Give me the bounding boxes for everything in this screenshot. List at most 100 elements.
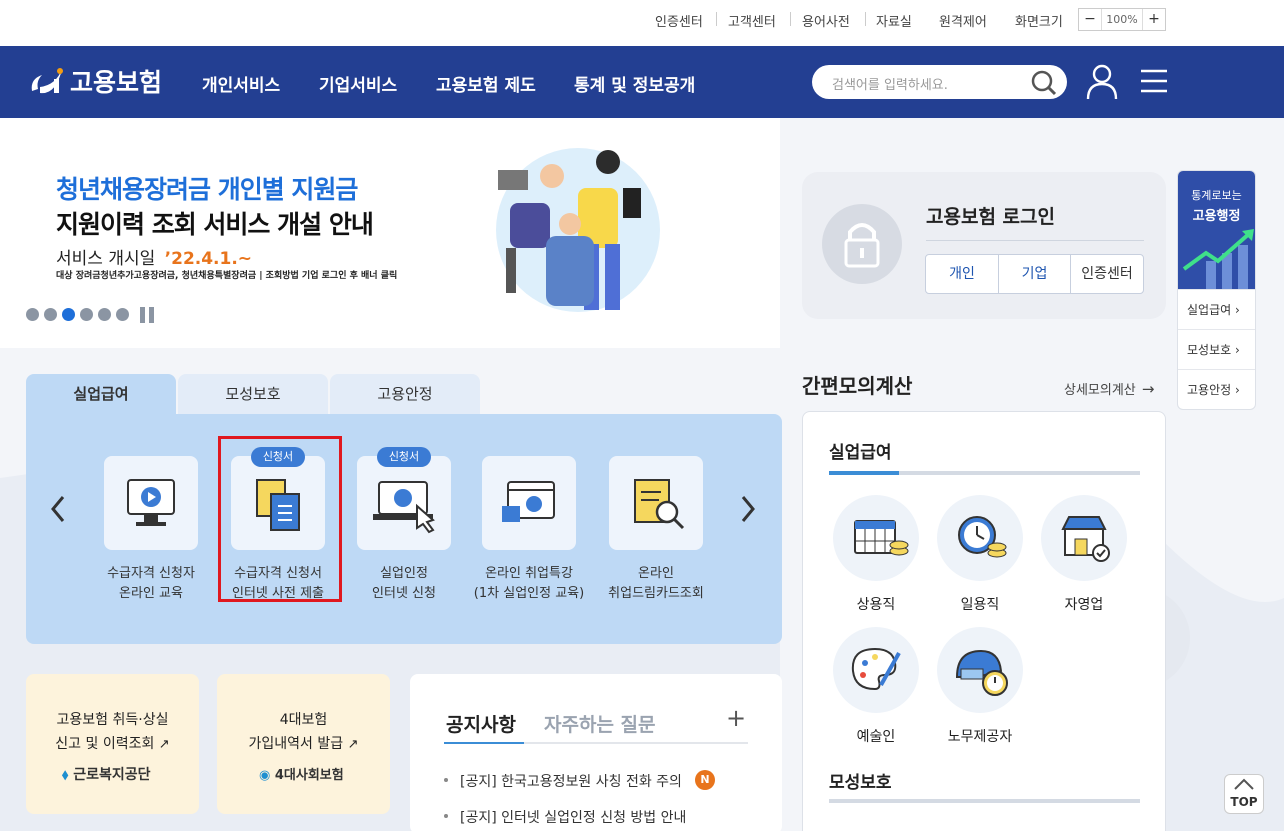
search-box[interactable]: 검색어를 입력하세요. [812, 65, 1067, 99]
nav-personal-service[interactable]: 개인서비스 [202, 71, 280, 96]
util-cert-center[interactable]: 인증센터 [655, 11, 703, 30]
calc-item-daily[interactable]: 일용직 [935, 594, 1025, 614]
tab-maternity[interactable]: 모성보호 [178, 374, 328, 414]
utility-bar: 인증센터 고객센터 용어사전 자료실 원격제어 화면크기 − 100% + [0, 0, 1284, 46]
calendar-coin-icon[interactable] [833, 495, 919, 581]
logo-text: 고용보험 [70, 68, 163, 97]
stats-banner[interactable]: 통계로보는 고용행정 [1178, 171, 1255, 289]
slide-dot-active[interactable] [62, 308, 75, 321]
service-label-unemployment-recognition[interactable]: 실업인정 인터넷 신청 [339, 564, 469, 604]
main-navigation: 고용보험 개인서비스 기업서비스 고용보험 제도 통계 및 정보공개 검색어를 … [0, 46, 1284, 118]
side-quick-menu: 통계로보는 고용행정 실업급여 › 모성보호 › 고용안정 › [1177, 170, 1256, 410]
section-underline [829, 799, 1140, 803]
slide-dot[interactable] [116, 308, 129, 321]
bullet [444, 814, 448, 818]
stats-title-2: 고용행정 [1192, 209, 1241, 224]
next-arrow-icon[interactable] [738, 494, 758, 524]
tab-employment-stability[interactable]: 고용안정 [330, 374, 480, 414]
banner-note: 대상 장려금청년추가고용장려금, 청년채용특별장려금 | 조회방법 기업 로그인… [56, 271, 398, 281]
util-glossary[interactable]: 용어사전 [802, 11, 850, 30]
slide-dot[interactable] [44, 308, 57, 321]
calc-title: 간편모의계산 [802, 374, 913, 398]
pause-icon[interactable] [140, 307, 156, 323]
service-label-dream-card[interactable]: 온라인 취업드림카드조회 [591, 564, 721, 604]
tab-unemployment[interactable]: 실업급여 [26, 374, 176, 414]
palette-brush-icon[interactable] [833, 627, 919, 713]
laptop-click-icon [373, 481, 435, 534]
divider [926, 240, 1144, 241]
banner-illustration [496, 148, 660, 312]
login-cert-button[interactable]: 인증센터 [1070, 254, 1144, 294]
scroll-top-button[interactable]: TOP [1224, 774, 1264, 814]
external-link-icon: ↗ [158, 737, 170, 752]
banner-line2: 지원이력 조회 서비스 개설 안내 [56, 210, 374, 239]
stats-title-1: 통계로보는 [1191, 189, 1242, 202]
calc-item-self-employed[interactable]: 자영업 [1039, 594, 1129, 614]
main-content: 청년채용장려금 개인별 지원금 지원이력 조회 서비스 개설 안내 서비스 개시… [0, 118, 1284, 831]
prev-arrow-icon[interactable] [48, 494, 68, 524]
banner[interactable]: 청년채용장려금 개인별 지원금 지원이력 조회 서비스 개설 안내 서비스 개시… [0, 118, 780, 348]
quick-box-comwel[interactable]: 고용보험 취득·상실 신고 및 이력조회 ↗ ⬧ 근로복지공단 [26, 674, 199, 814]
slide-dot[interactable] [80, 308, 93, 321]
calc-panel: 실업급여 상용직 일용직 자영업 예술인 노무제공자 모성보호 [802, 411, 1166, 831]
zoom-out-button[interactable]: − [1079, 9, 1101, 30]
side-link-unemployment[interactable]: 실업급여 › [1178, 289, 1255, 329]
highlight-box [218, 436, 342, 602]
site-logo[interactable]: 고용보험 [26, 60, 162, 102]
calc-item-regular[interactable]: 상용직 [831, 594, 921, 614]
quick-box-4insure[interactable]: 4대보험 가입내역서 발급 ↗ ◉ 4대사회보험 [217, 674, 390, 814]
calc-detail-link[interactable]: 상세모의계산 → [1064, 379, 1154, 398]
clock-coin-icon[interactable] [937, 495, 1023, 581]
slide-dot[interactable] [26, 308, 39, 321]
menu-icon[interactable] [1140, 68, 1168, 94]
banner-start-date: ’22.4.1.~ [164, 249, 253, 269]
slide-dot[interactable] [98, 308, 111, 321]
service-card-unemployment-recognition[interactable] [357, 456, 451, 550]
calc-item-artist[interactable]: 예술인 [831, 726, 921, 746]
notice-item[interactable]: [공지] 인터넷 실업인정 신청 방법 안내 [460, 807, 686, 827]
notice-tab-active[interactable]: 공지사항 [446, 710, 516, 737]
service-label-online-education[interactable]: 수급자격 신청자 온라인 교육 [86, 564, 216, 604]
nav-insurance-system[interactable]: 고용보험 제도 [436, 71, 536, 96]
ei-logo-icon [31, 68, 63, 94]
zoom-control: − 100% + [1078, 8, 1166, 31]
notice-more-icon[interactable]: + [726, 704, 746, 732]
divider [790, 12, 791, 26]
banner-line3: 서비스 개시일 ’22.4.1.~ [56, 244, 252, 269]
banner-start-label: 서비스 개시일 [56, 249, 156, 269]
comwel-logo-icon: ⬧ [62, 767, 69, 783]
util-archive[interactable]: 자료실 [876, 11, 912, 30]
login-business-button[interactable]: 기업 [998, 254, 1071, 294]
service-card-online-education[interactable] [104, 456, 198, 550]
service-card-dream-card[interactable] [609, 456, 703, 550]
helmet-clock-icon[interactable] [937, 627, 1023, 713]
service-label-job-lecture[interactable]: 온라인 취업특강 (1차 실업인정 교육) [464, 564, 594, 604]
store-check-icon[interactable] [1041, 495, 1127, 581]
zoom-in-button[interactable]: + [1143, 9, 1165, 30]
util-remote-control[interactable]: 원격제어 [939, 11, 987, 30]
divider [865, 12, 866, 26]
nav-business-service[interactable]: 기업서비스 [319, 71, 397, 96]
zoom-value: 100% [1101, 9, 1143, 30]
document-search-icon [634, 479, 685, 530]
service-card-job-lecture[interactable] [482, 456, 576, 550]
notice-panel: 공지사항 자주하는 질문 + [공지] 한국고용정보원 사칭 전화 주의 N [… [410, 674, 782, 831]
login-title: 고용보험 로그인 [926, 206, 1055, 228]
search-input[interactable]: 검색어를 입력하세요. [832, 74, 948, 93]
4insure-logo: ◉ 4대사회보험 [259, 768, 344, 783]
quick-text: 4대보험 가입내역서 발급 ↗ [248, 712, 359, 752]
calc-item-freelancer[interactable]: 노무제공자 [935, 726, 1025, 746]
notice-item[interactable]: [공지] 한국고용정보원 사칭 전화 주의 [460, 771, 682, 791]
user-icon[interactable] [1085, 63, 1119, 101]
badge-application: 신청서 [377, 447, 431, 467]
side-link-maternity[interactable]: 모성보호 › [1178, 329, 1255, 369]
side-link-employment[interactable]: 고용안정 › [1178, 369, 1255, 409]
nav-statistics[interactable]: 통계 및 정보공개 [574, 71, 695, 96]
search-icon[interactable] [1030, 69, 1058, 97]
divider [716, 12, 717, 26]
login-personal-button[interactable]: 개인 [925, 254, 999, 294]
top-label: TOP [1230, 795, 1258, 809]
util-customer-center[interactable]: 고객센터 [728, 11, 776, 30]
notice-tab-faq[interactable]: 자주하는 질문 [544, 710, 656, 737]
external-link-icon: ↗ [347, 737, 359, 752]
